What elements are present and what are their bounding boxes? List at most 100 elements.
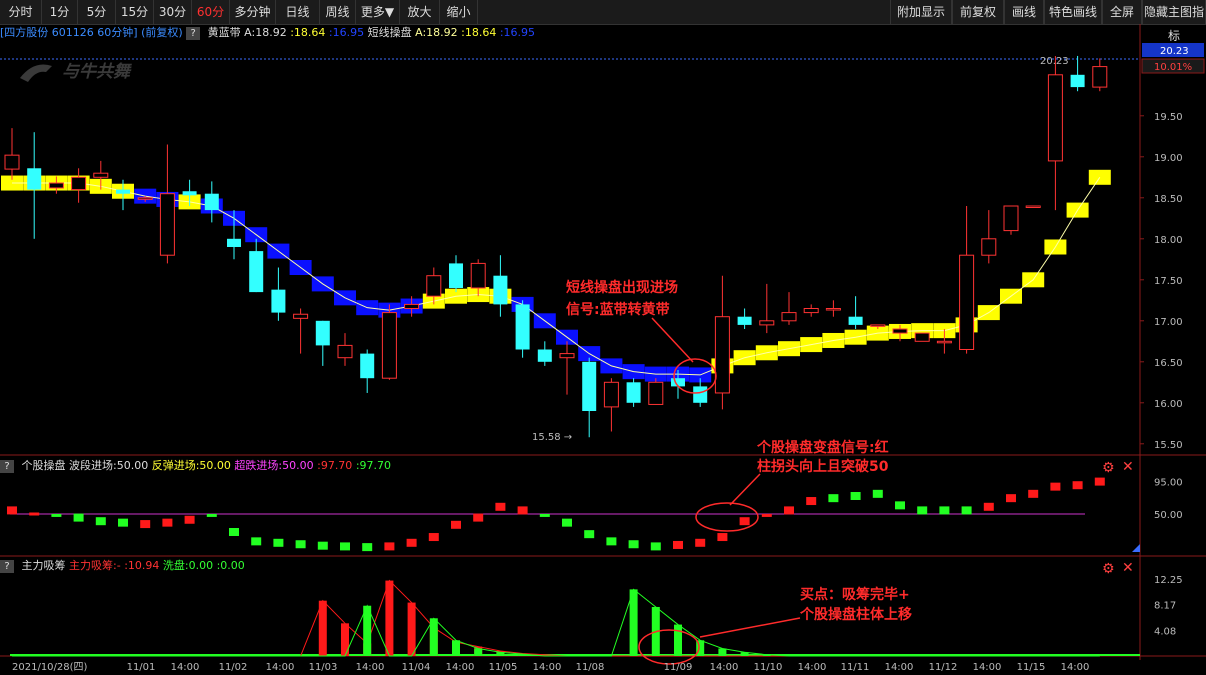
- osc-bar: [1006, 494, 1016, 503]
- osc-bar: [695, 538, 706, 547]
- osc-bar: [184, 515, 195, 524]
- osc-bar: [628, 540, 639, 549]
- price-tag: 20.23: [1160, 46, 1189, 57]
- osc-bar: [539, 513, 550, 517]
- osc-bar: [73, 513, 84, 522]
- candle-body-down: [449, 263, 463, 288]
- osc-bar: [251, 537, 262, 546]
- panel2-corner-icon: [1132, 544, 1140, 552]
- osc-bar: [95, 517, 106, 526]
- osc-bar: [739, 517, 750, 526]
- y-label-2: 18.50: [1154, 194, 1183, 205]
- annotation-1-pointer: [651, 317, 694, 363]
- osc-bar: [406, 538, 417, 547]
- osc-bar: [673, 540, 683, 549]
- osc-bar: [828, 494, 839, 503]
- annotation-1-line1: 短线操盘出现进场: [566, 279, 678, 296]
- x-label-1: 11/01: [127, 662, 156, 673]
- osc-bar: [7, 506, 17, 515]
- x-label-7: 11/04: [402, 662, 431, 673]
- x-label-15: 14:00: [798, 662, 827, 673]
- candle-body-up: [426, 275, 442, 297]
- osc-bar: [761, 513, 772, 517]
- pct-tag: 10.01%: [1154, 62, 1192, 73]
- x-label-3: 11/02: [219, 662, 248, 673]
- osc-bar: [717, 533, 728, 542]
- y-label-0: 19.50: [1154, 112, 1183, 123]
- ma-line: [12, 177, 1101, 376]
- annotation-3-pointer: [699, 617, 801, 638]
- candle-body-up: [1003, 205, 1019, 232]
- osc-bar: [983, 502, 994, 511]
- candle-body-up: [71, 176, 87, 191]
- candle-body-up: [714, 316, 730, 394]
- annotation-2-pointer: [729, 473, 761, 506]
- candle-body-down: [537, 349, 552, 362]
- osc-bar: [495, 502, 506, 511]
- osc-label-1: 50.00: [1154, 510, 1183, 521]
- wash-bar: [718, 648, 727, 656]
- osc-bar: [51, 513, 62, 517]
- osc-bar: [317, 541, 328, 550]
- candle-body-up: [870, 324, 886, 327]
- osc-bar: [1050, 482, 1061, 491]
- candle-body-down: [116, 189, 130, 194]
- osc-bar: [650, 542, 661, 551]
- x-label-21: 14:00: [1061, 662, 1090, 673]
- chart-canvas[interactable]: 19.50 19.00 18.50 18.00 17.50 17.00 16.50 16.00…: [0, 0, 1206, 675]
- logo-text: 与牛共舞: [62, 62, 132, 82]
- candle-body-down: [315, 320, 330, 346]
- wash-bar: [452, 640, 460, 656]
- candle-body-up: [4, 154, 20, 170]
- candle-body-up: [337, 344, 353, 359]
- osc-bar: [118, 518, 128, 527]
- x-label-2: 14:00: [171, 662, 200, 673]
- osc-label-0: 95.00: [1154, 478, 1183, 489]
- candle-body-up: [559, 353, 575, 359]
- osc-bar: [451, 520, 461, 529]
- osc-bar: [295, 540, 306, 549]
- annotation-3-circle: [638, 629, 700, 665]
- wash-bar: [474, 648, 483, 656]
- absorb-bar: [385, 580, 394, 656]
- candle-body-down: [737, 316, 752, 325]
- candle-body-down: [693, 386, 708, 403]
- candle-body-up: [470, 262, 486, 289]
- candle-body-up: [48, 182, 64, 189]
- annotation-2-line2: 柱拐头向上且突破50: [757, 458, 889, 475]
- candle-body-down: [182, 191, 197, 196]
- osc-bar: [917, 506, 928, 515]
- x-label-14: 11/10: [754, 662, 783, 673]
- osc-bar: [872, 489, 883, 498]
- osc-bar: [140, 520, 151, 529]
- annotation-3-line1: 买点：吸筹完毕+: [800, 586, 910, 603]
- candle-body-up: [137, 197, 153, 200]
- candle-body-up: [404, 303, 420, 309]
- candle-body-up: [936, 340, 952, 344]
- candle-body-down: [227, 238, 241, 247]
- x-label-19: 14:00: [973, 662, 1002, 673]
- candle-body-up: [1092, 66, 1108, 88]
- low-label: 15.58 →: [532, 432, 572, 443]
- annotation-1-line2: 信号:蓝带转黄带: [566, 301, 670, 318]
- x-label-9: 11/05: [489, 662, 518, 673]
- x-label-17: 14:00: [885, 662, 914, 673]
- y-label-6: 16.50: [1154, 358, 1183, 369]
- candle-body-down: [249, 251, 264, 293]
- wash-bar: [629, 589, 638, 656]
- candle-body-up: [93, 172, 109, 178]
- high-label: 20.23: [1040, 56, 1069, 67]
- annotation-3-line2: 个股操盘柱体上移: [799, 606, 912, 623]
- osc-bar: [473, 513, 484, 522]
- osc-bar: [517, 506, 528, 515]
- x-label-6: 14:00: [356, 662, 385, 673]
- osc-bar: [1094, 477, 1105, 486]
- osc-bar: [606, 537, 617, 546]
- osc-bar: [850, 492, 861, 500]
- candle-body-up: [914, 332, 930, 342]
- candle-body-up: [759, 320, 775, 326]
- candle-body-up: [1025, 205, 1041, 208]
- osc-bar: [362, 543, 373, 552]
- candle-body-up: [781, 312, 797, 322]
- x-label-18: 11/12: [929, 662, 958, 673]
